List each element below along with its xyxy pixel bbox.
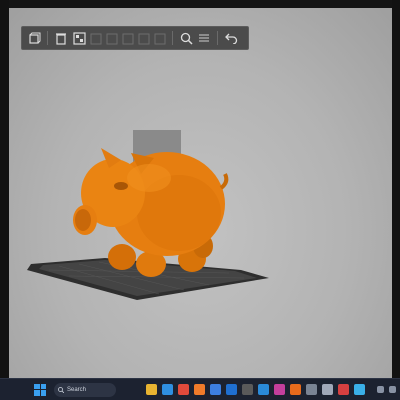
- files-app-icon[interactable]: [146, 384, 157, 395]
- arrange-icon[interactable]: [71, 30, 87, 46]
- 3d-viewport[interactable]: [9, 8, 392, 378]
- search-icon: [58, 386, 64, 393]
- clock-app-icon[interactable]: [322, 384, 333, 395]
- music-app-icon[interactable]: [338, 384, 349, 395]
- cube-view-icon[interactable]: [26, 30, 42, 46]
- disabled-tool-icon: [105, 31, 119, 45]
- vscode-app-icon[interactable]: [258, 384, 269, 395]
- toolbar-separator: [217, 31, 218, 45]
- piggy-bank-model[interactable]: [73, 148, 229, 277]
- terminal-app-icon[interactable]: [242, 384, 253, 395]
- zoom-icon[interactable]: [178, 30, 194, 46]
- monitor-bezel-right: [392, 0, 400, 400]
- photos-app-icon[interactable]: [274, 384, 285, 395]
- layers-icon[interactable]: [196, 30, 212, 46]
- toolbar-separator: [47, 31, 48, 45]
- disabled-tool-icon: [137, 31, 151, 45]
- scene-canvas[interactable]: [9, 8, 392, 378]
- cloud-app-icon[interactable]: [354, 384, 365, 395]
- settings-app-icon[interactable]: [306, 384, 317, 395]
- windows-taskbar: Search: [0, 378, 400, 400]
- search-label: Search: [67, 386, 87, 393]
- mail-app-icon[interactable]: [226, 384, 237, 395]
- tray-icon[interactable]: [377, 386, 384, 393]
- slicer-app-icon[interactable]: [290, 384, 301, 395]
- firefox-app-icon[interactable]: [194, 384, 205, 395]
- system-tray: [377, 386, 396, 393]
- toolbar-separator: [172, 31, 173, 45]
- delete-icon[interactable]: [53, 30, 69, 46]
- monitor-bezel-left: [0, 0, 9, 400]
- taskbar-search-input[interactable]: Search: [54, 382, 116, 397]
- disabled-tool-icon: [121, 31, 135, 45]
- top-toolbar: [21, 26, 249, 50]
- disabled-tool-icon: [153, 31, 167, 45]
- edge-app-icon[interactable]: [162, 384, 173, 395]
- start-button-icon[interactable]: [34, 383, 46, 396]
- store-app-icon[interactable]: [210, 384, 221, 395]
- chrome-app-icon[interactable]: [178, 384, 189, 395]
- monitor-bezel-top: [0, 0, 400, 8]
- tray-icon[interactable]: [389, 386, 396, 393]
- taskbar-app-list: [146, 384, 365, 395]
- undo-icon[interactable]: [223, 30, 239, 46]
- disabled-tool-icon: [89, 31, 103, 45]
